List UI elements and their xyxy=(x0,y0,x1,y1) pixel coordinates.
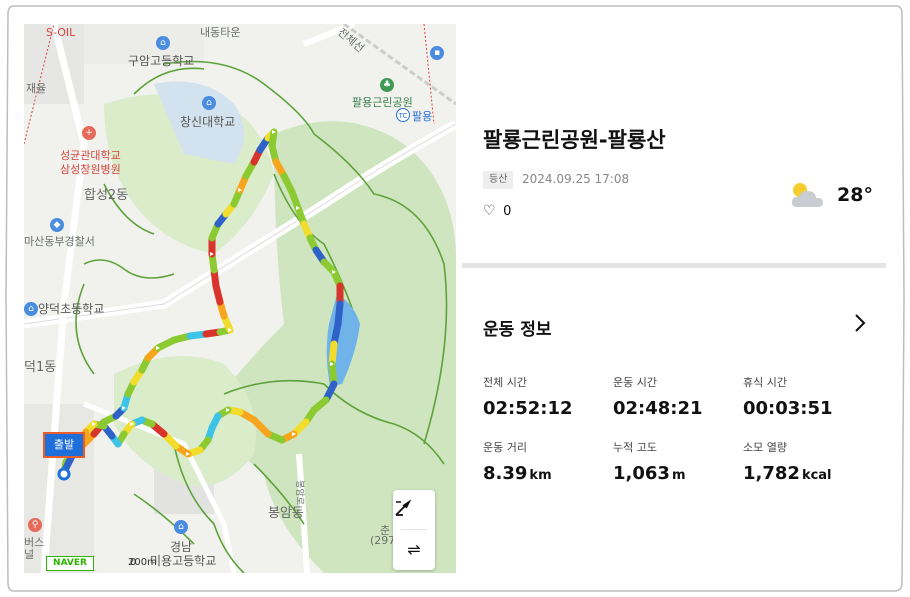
map-label-deok1: 덕1동 xyxy=(24,360,57,375)
school-icon-3: ⌂ xyxy=(174,520,188,534)
stat-value: 02:52:12 xyxy=(483,398,573,419)
like-button[interactable]: ♡ 0 xyxy=(483,203,511,219)
activity-info-panel: 팔룡근린공원-팔룡산 등산 2024.09.25 17:08 ♡ 0 28° 운… xyxy=(462,24,886,573)
partly-cloudy-icon xyxy=(789,181,827,211)
hospital-icon: + xyxy=(82,126,96,140)
slope-icon[interactable] xyxy=(393,490,435,528)
stat-label: 전체 시간 xyxy=(483,376,527,389)
stat-total-time: 전체 시간 02:52:12 xyxy=(483,374,573,419)
temperature: 28° xyxy=(837,184,873,206)
stat-value: 8.39 km xyxy=(483,463,552,484)
map-label-soil: S-OIL xyxy=(46,26,76,39)
station-icon: TC xyxy=(396,108,410,122)
chevron-right-icon[interactable] xyxy=(850,311,870,335)
map-label-num297: (297 xyxy=(370,534,396,547)
like-count: 0 xyxy=(503,204,512,219)
stat-exercise-time: 운동 시간 02:48:21 xyxy=(613,374,703,419)
activity-title: 팔룡근린공원-팔룡산 xyxy=(483,128,666,152)
section-divider xyxy=(462,263,886,268)
map-label-masan-police: 마산동부경찰서 xyxy=(24,235,95,248)
stat-rest-time: 휴식 시간 00:03:51 xyxy=(743,374,833,419)
stat-calories: 소모 열량 1,782 kcal xyxy=(743,439,832,484)
start-badge: 출발 xyxy=(43,432,85,458)
map-label-naedong: 내동타운 xyxy=(200,26,241,39)
stat-label: 운동 거리 xyxy=(483,441,527,454)
map-label-yangdeok-elem: 양덕초등학교 xyxy=(38,302,105,316)
bike-icon: ⚲ xyxy=(28,518,42,532)
park-icon: ♣ xyxy=(380,78,394,92)
stat-distance: 운동 거리 8.39 km xyxy=(483,439,552,484)
stat-value: 1,782 kcal xyxy=(743,463,832,484)
map-label-changshin-univ: 창신대학교 xyxy=(180,115,236,129)
stat-value: 00:03:51 xyxy=(743,398,833,419)
map-label-nyeol: 널 xyxy=(24,548,35,561)
map-label-guam-high: 구암고등학교 xyxy=(128,54,195,68)
naver-logo: NAVER xyxy=(46,556,94,571)
map-controls: ⇌ xyxy=(393,490,435,570)
exercise-info-title: 운동 정보 xyxy=(483,320,552,340)
map-label-samsung-hospital: 삼성창원병원 xyxy=(60,163,121,176)
scale-label: 200m xyxy=(128,557,157,568)
control-divider xyxy=(401,529,427,530)
map-label-palyong-station: 팔용 xyxy=(412,110,433,123)
school-icon-2: ⌂ xyxy=(24,302,38,316)
swap-arrows-icon[interactable]: ⇌ xyxy=(393,531,435,569)
map-label-jamtop: 재율 xyxy=(26,82,47,95)
stat-elevation: 누적 고도 1,063 m xyxy=(613,439,685,484)
building-icon: ▪ xyxy=(430,46,444,60)
school-icon: ⌂ xyxy=(156,36,170,50)
stat-label: 소모 열량 xyxy=(743,441,787,454)
stat-label: 운동 시간 xyxy=(613,376,657,389)
activity-date: 2024.09.25 17:08 xyxy=(522,172,630,186)
stat-value: 02:48:21 xyxy=(613,398,703,419)
activity-type-badge: 등산 xyxy=(483,171,514,189)
police-icon: ◆ xyxy=(50,218,64,232)
activity-card: S-OIL 내동타운 전체선 ⌂ 구암고등학교 재율 ⌂ 창신대학교 ♣ 팔용근… xyxy=(24,24,886,573)
map-label-road: 봉암로 xyxy=(293,480,304,505)
stat-label: 누적 고도 xyxy=(613,441,657,454)
route-map[interactable]: S-OIL 내동타운 전체선 ⌂ 구암고등학교 재율 ⌂ 창신대학교 ♣ 팔용근… xyxy=(24,24,456,573)
stat-value: 1,063 m xyxy=(613,463,686,484)
university-icon: ⌂ xyxy=(202,96,216,110)
map-label-hapseong2: 합성2동 xyxy=(84,188,129,203)
heart-icon: ♡ xyxy=(483,203,496,219)
stat-label: 휴식 시간 xyxy=(743,376,787,389)
